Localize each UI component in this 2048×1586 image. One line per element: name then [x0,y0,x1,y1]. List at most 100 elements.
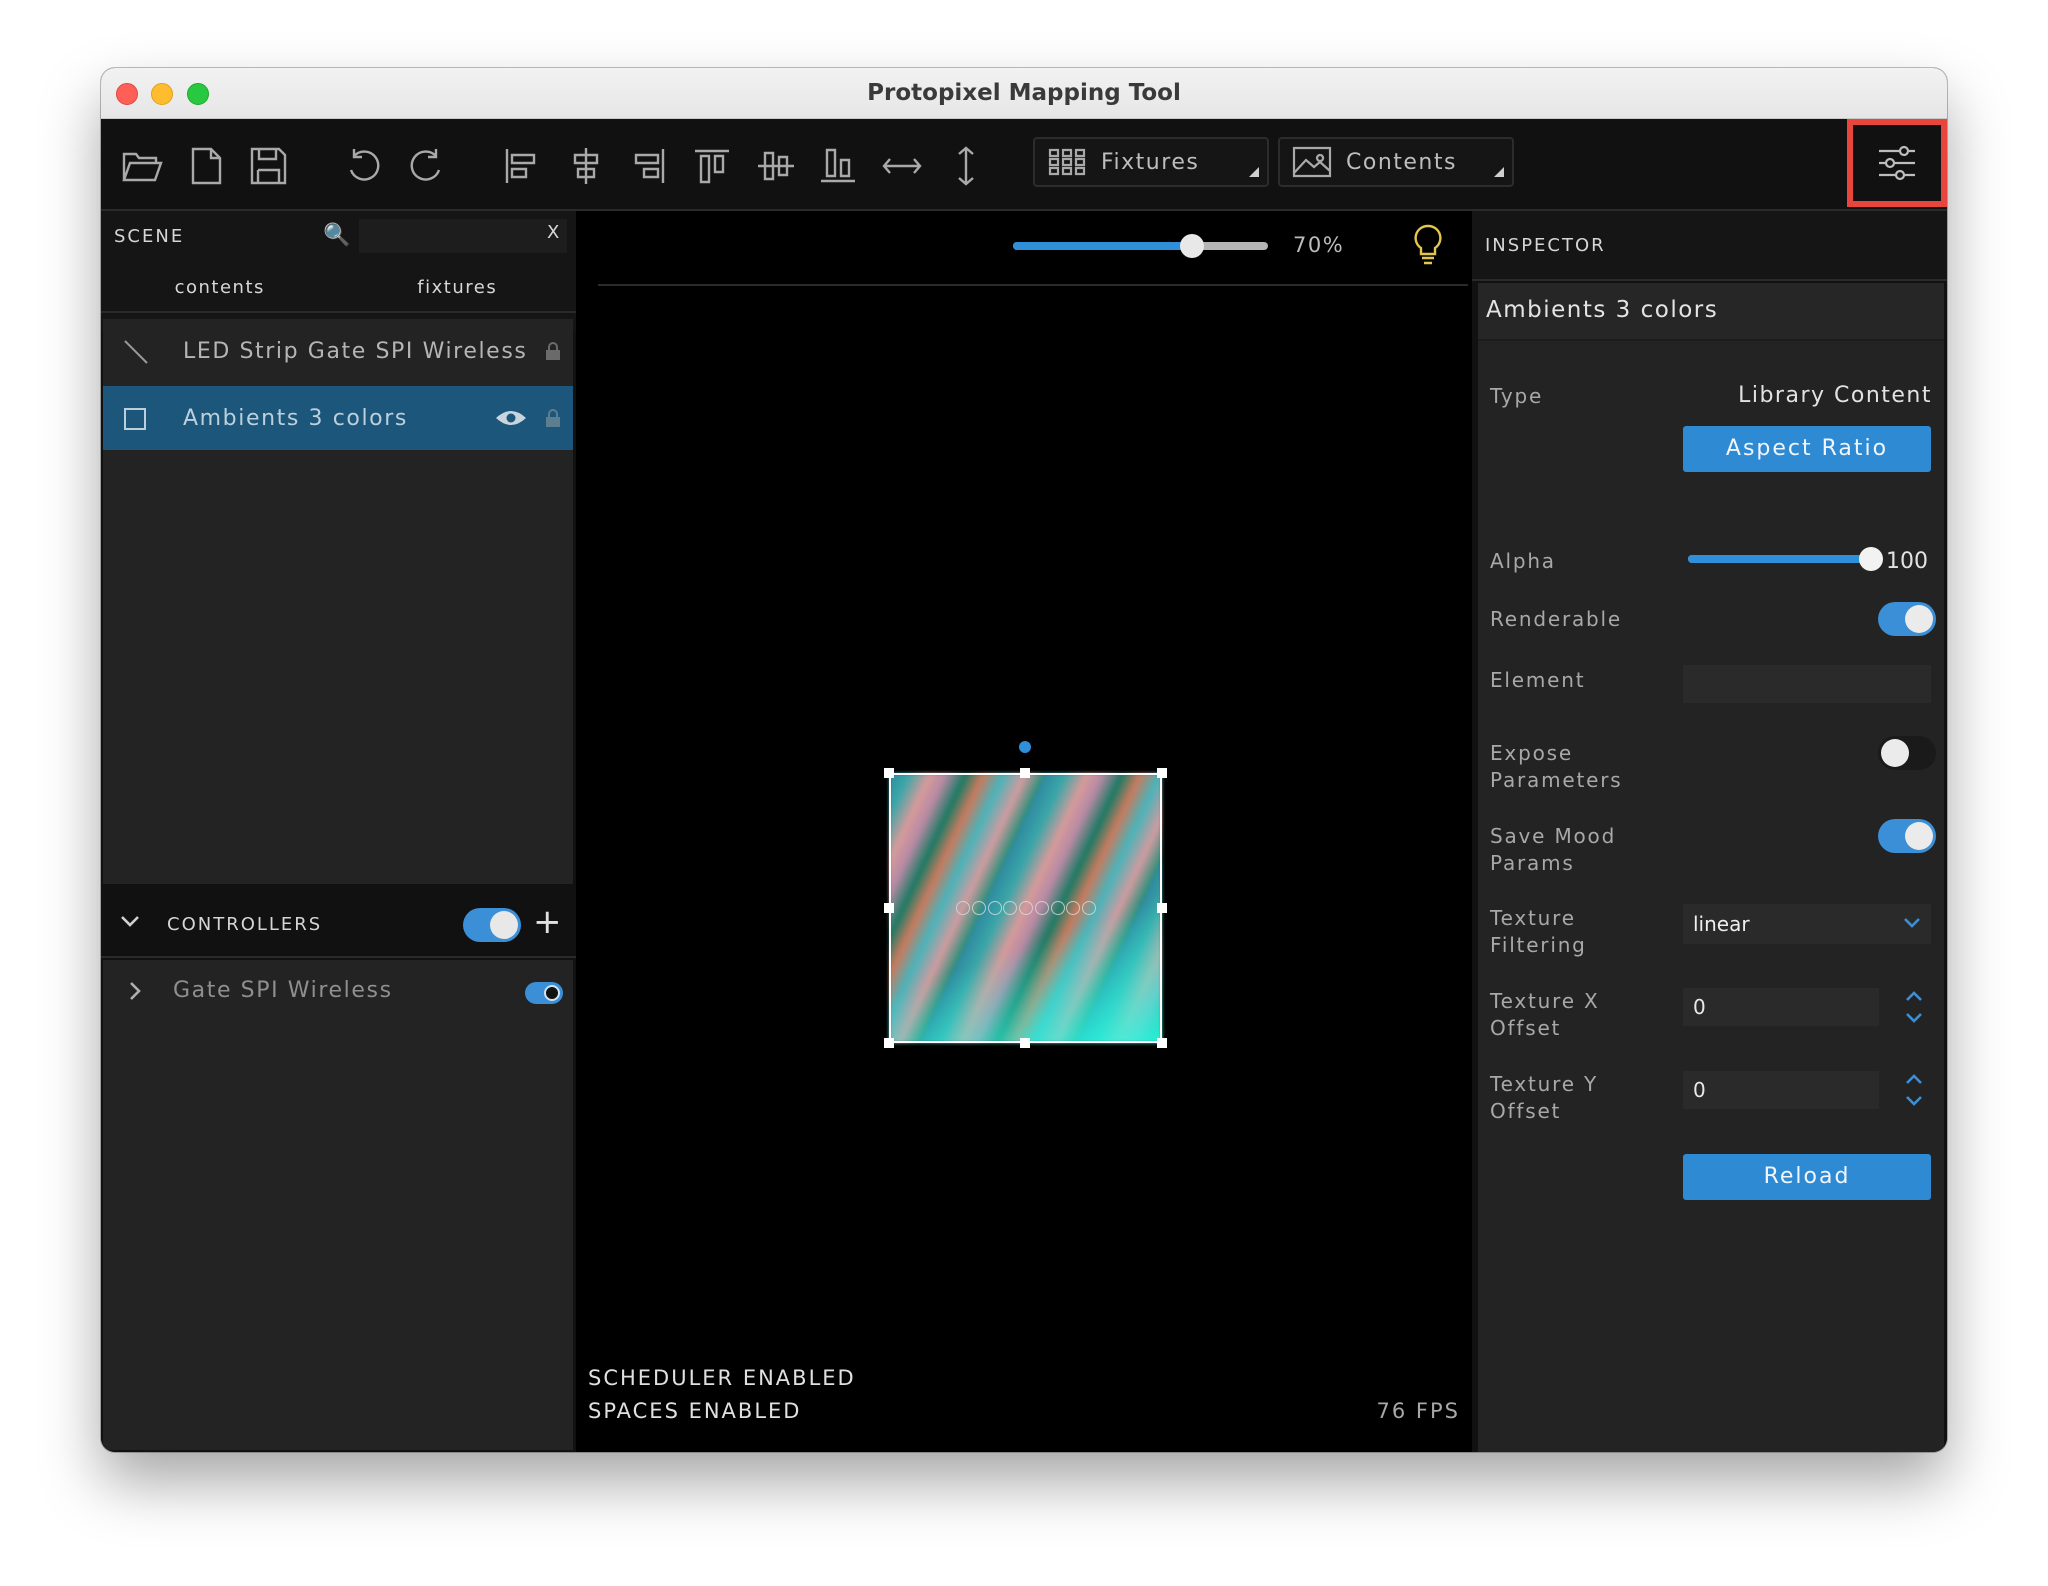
controller-toggle[interactable] [525,982,563,1004]
expose-parameters-label: Expose Parameters [1490,741,1623,792]
zoom-label: 70% [1293,233,1345,257]
scheduler-status: SCHEDULER ENABLED [588,1366,856,1390]
led-pixel [1082,901,1096,915]
led-pixel [1019,901,1033,915]
expose-parameters-toggle[interactable] [1878,736,1936,770]
fps-counter: 76 FPS [1376,1399,1460,1423]
undo-icon[interactable] [341,143,387,189]
open-folder-icon[interactable] [119,143,165,189]
zoom-slider-knob[interactable] [1179,234,1204,258]
alpha-slider-fill [1688,555,1871,563]
inspector-body: Ambients 3 colors Type Library Content A… [1478,283,1944,1452]
alpha-slider[interactable] [1688,547,1883,571]
eye-icon[interactable] [495,408,527,428]
list-item[interactable]: Ambients 3 colors [103,386,573,450]
alpha-value: 100 [1886,549,1928,574]
scene-tabs: contents fixtures [101,265,576,313]
led-pixel [1066,901,1081,915]
resize-handle[interactable] [1157,903,1167,913]
texture-x-stepper[interactable] [1899,988,1929,1026]
grid-icon [1048,148,1086,176]
rotation-handle[interactable] [1019,741,1031,753]
reload-button[interactable]: Reload [1683,1154,1931,1200]
inspector-label: INSPECTOR [1485,235,1606,256]
align-top-icon[interactable] [689,143,735,189]
save-mood-params-toggle[interactable] [1878,819,1936,853]
resize-handle[interactable] [1157,1038,1167,1048]
align-right-icon[interactable] [625,143,671,189]
resize-handle[interactable] [1020,768,1030,778]
align-center-horizontal-icon[interactable] [563,143,609,189]
save-mood-params-label: Save Mood Params [1490,824,1617,875]
lock-icon[interactable] [545,341,561,361]
line-icon [124,340,148,364]
lightbulb-icon[interactable] [1411,223,1445,269]
controllers-list: Gate SPI Wireless [103,960,573,1450]
square-icon [124,408,146,430]
texture-filtering-value: linear [1693,912,1750,936]
new-file-icon[interactable] [183,143,229,189]
renderable-toggle[interactable] [1878,602,1936,636]
alpha-slider-knob[interactable] [1859,547,1883,571]
resize-handle[interactable] [1157,768,1167,778]
list-item[interactable]: LED Strip Gate SPI Wireless [103,319,573,383]
fixtures-dropdown[interactable]: Fixtures [1033,137,1269,187]
list-item[interactable]: Gate SPI Wireless [103,960,573,1024]
scene-label: SCENE [114,226,185,247]
distribute-horizontal-icon[interactable] [879,143,925,189]
tab-fixtures[interactable]: fixtures [338,265,576,313]
canvas-viewport[interactable]: 70% SCHEDULER ENABLED SPACES ENABLED 76 … [576,211,1472,1452]
resize-handle[interactable] [884,768,894,778]
texture-y-stepper[interactable] [1899,1071,1929,1109]
inspector-header: INSPECTOR [1472,211,1947,281]
settings-button[interactable] [1847,119,1947,207]
dropdown-corner-icon [1494,167,1504,177]
contents-dropdown[interactable]: Contents [1278,137,1514,187]
texture-y-offset-field[interactable] [1683,1071,1879,1109]
app-window: Protopixel Mapping Tool Fixtures Content… [101,68,1947,1452]
save-icon[interactable] [245,143,291,189]
led-strip[interactable] [956,901,1096,921]
renderable-label: Renderable [1490,607,1623,631]
scene-search-input[interactable] [359,219,567,253]
tab-contents[interactable]: contents [101,265,339,313]
align-middle-vertical-icon[interactable] [753,143,799,189]
redo-icon[interactable] [403,143,449,189]
align-left-icon[interactable] [499,143,545,189]
align-bottom-icon[interactable] [815,143,861,189]
clear-search-button[interactable]: X [547,222,559,243]
fixtures-label: Fixtures [1101,149,1200,175]
distribute-vertical-icon[interactable] [943,143,989,189]
zoom-slider[interactable] [1013,234,1268,258]
resize-handle[interactable] [1020,1038,1030,1048]
search-icon: 🔍 [323,223,351,248]
alpha-label: Alpha [1490,549,1556,573]
stepper-arrows-icon [1906,991,1922,1023]
scene-panel: SCENE 🔍 X contents fixtures LED Strip Ga… [101,211,576,1452]
controllers-label: CONTROLLERS [167,914,323,935]
chevron-down-icon[interactable] [119,910,141,932]
controllers-header: CONTROLLERS + [101,892,576,958]
chevron-right-icon[interactable] [125,980,145,1002]
texture-filtering-select[interactable]: linear [1683,904,1931,944]
spaces-status: SPACES ENABLED [588,1399,802,1423]
title-bar: Protopixel Mapping Tool [101,68,1947,119]
controller-label: Gate SPI Wireless [173,978,393,1003]
dropdown-corner-icon [1249,167,1259,177]
texture-filtering-label: Texture Filtering [1490,906,1587,957]
canvas-divider [598,284,1468,286]
image-icon [1292,146,1332,178]
window-title: Protopixel Mapping Tool [867,80,1181,106]
element-field[interactable] [1683,665,1931,703]
aspect-ratio-button[interactable]: Aspect Ratio [1683,426,1931,472]
inspector-panel: INSPECTOR Ambients 3 colors Type Library… [1472,211,1947,1452]
led-pixel [971,901,986,915]
resize-handle[interactable] [884,1038,894,1048]
type-label: Type [1490,384,1544,408]
resize-handle[interactable] [884,903,894,913]
controllers-toggle[interactable] [463,908,521,942]
texture-x-offset-field[interactable] [1683,988,1879,1026]
scene-header: SCENE 🔍 X contents fixtures [101,211,576,331]
lock-icon[interactable] [545,408,561,428]
add-controller-button[interactable]: + [533,902,562,942]
